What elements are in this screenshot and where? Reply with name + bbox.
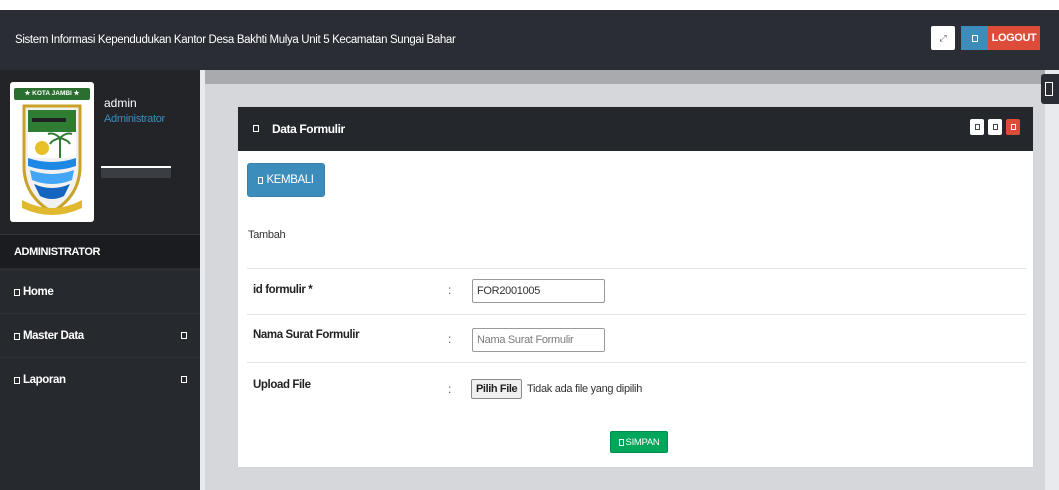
- panel-tools: [970, 119, 1020, 135]
- logo-ribbon: ★ KOTA JAMBI ★: [14, 88, 90, 100]
- field-colon: :: [448, 283, 452, 297]
- square-icon: [14, 333, 20, 340]
- sidebar-item-label: Laporan: [23, 374, 66, 386]
- field-label: id formulir *: [253, 284, 313, 296]
- maximize-button[interactable]: [988, 119, 1002, 135]
- square-icon: [618, 438, 624, 446]
- kota-jambi-logo: ★ KOTA JAMBI ★: [10, 82, 94, 222]
- panel-icon: [1045, 82, 1053, 96]
- app-window: Sistem Informasi Kependudukan Kantor Des…: [0, 0, 1059, 490]
- form-row-upload: Upload File : Pilih File Tidak ada file …: [247, 362, 1026, 412]
- user-name: admin: [104, 96, 137, 110]
- sidebar-item-laporan[interactable]: Laporan: [0, 357, 200, 401]
- minimize-icon: [974, 124, 980, 130]
- logout-button[interactable]: LOGOUT: [988, 26, 1040, 50]
- square-icon: [14, 377, 20, 384]
- id-formulir-input[interactable]: [472, 279, 605, 303]
- choose-file-button[interactable]: Pilih File: [471, 379, 523, 399]
- caret-icon: [181, 376, 187, 383]
- sidebar-item-label: Home: [23, 286, 54, 298]
- sidebar: ★ KOTA JAMBI ★ admin Administrator ADMIN…: [0, 70, 200, 490]
- control-sidebar-toggle[interactable]: [1041, 74, 1059, 104]
- square-icon: [972, 34, 978, 42]
- field-label: Upload File: [253, 379, 311, 391]
- logout-icon-button[interactable]: [961, 26, 989, 50]
- menu-header: ADMINISTRATOR: [0, 234, 200, 268]
- panel-title: Data Formulir: [272, 122, 345, 136]
- section-label: Tambah: [248, 229, 286, 241]
- expand-icon: ⤢: [939, 32, 947, 43]
- user-status-bar: [101, 168, 171, 178]
- back-button[interactable]: KEMBALI: [247, 163, 325, 197]
- form-panel: Data Formulir KEMBALI Tambah id formulir…: [237, 106, 1034, 468]
- panel-header: Data Formulir: [238, 107, 1033, 151]
- file-status-text: Tidak ada file yang dipilih: [527, 383, 643, 395]
- form-row-nama: Nama Surat Formulir :: [247, 314, 1026, 362]
- top-header: Sistem Informasi Kependudukan Kantor Des…: [0, 10, 1059, 70]
- sidebar-item-home[interactable]: Home: [0, 269, 200, 313]
- save-button-label: SIMPAN: [625, 436, 660, 448]
- sidebar-item-label: Master Data: [23, 330, 84, 342]
- close-icon: [1010, 124, 1016, 130]
- content-top-strip: [205, 70, 1045, 84]
- close-button[interactable]: [1006, 119, 1020, 135]
- field-colon: :: [448, 332, 452, 346]
- field-colon: :: [448, 382, 452, 396]
- fullscreen-button[interactable]: ⤢: [931, 26, 955, 50]
- maximize-icon: [992, 124, 998, 130]
- form-row-id: id formulir * :: [247, 268, 1026, 314]
- field-label: Nama Surat Formulir: [253, 329, 360, 341]
- square-icon: [14, 289, 20, 296]
- sidebar-item-master-data[interactable]: Master Data: [0, 313, 200, 357]
- back-button-label: KEMBALI: [266, 174, 314, 186]
- nama-surat-input[interactable]: [472, 328, 605, 352]
- user-panel: ★ KOTA JAMBI ★ admin Administrator: [0, 70, 200, 234]
- caret-icon: [181, 332, 187, 339]
- save-button[interactable]: SIMPAN: [610, 431, 668, 453]
- app-title: Sistem Informasi Kependudukan Kantor Des…: [15, 34, 456, 46]
- square-icon: [253, 125, 259, 132]
- square-icon: [258, 176, 264, 184]
- minimize-button[interactable]: [970, 119, 984, 135]
- user-role: Administrator: [104, 113, 165, 125]
- coat-of-arms-icon: [22, 104, 82, 215]
